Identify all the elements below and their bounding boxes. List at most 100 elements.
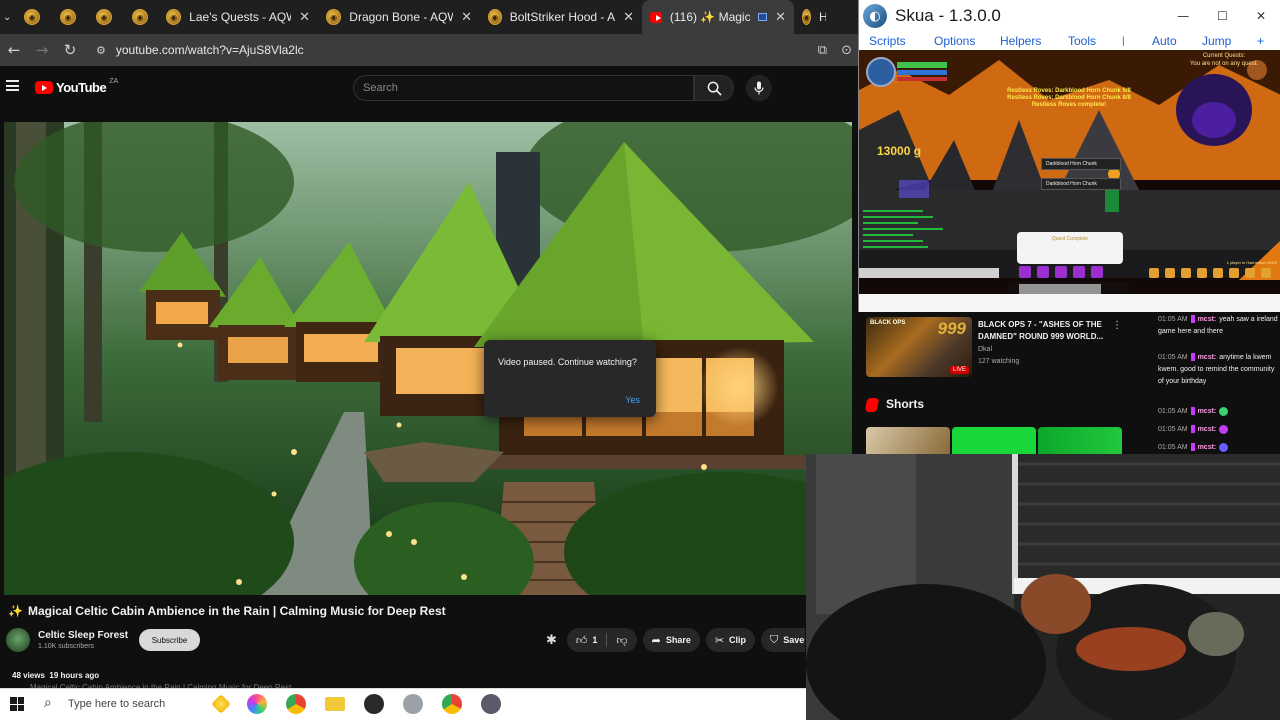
- aqw-icon: ◉: [326, 9, 342, 25]
- app-icon[interactable]: [403, 694, 423, 714]
- close-tab-icon[interactable]: ✕: [461, 10, 472, 25]
- sparkle-icon: ✨: [8, 604, 23, 618]
- chat-time: 01:05 AM: [1158, 354, 1188, 361]
- clip-button[interactable]: ✂ Clip: [705, 628, 756, 652]
- close-tab-icon[interactable]: ✕: [299, 10, 310, 25]
- tab-dragon-bone[interactable]: ◉ Dragon Bone - AQW ✕: [318, 0, 480, 34]
- skua-status-strip: [859, 294, 1280, 312]
- menu-auto[interactable]: Auto: [1152, 34, 1177, 48]
- open-in-app-icon[interactable]: ⧉: [818, 43, 827, 58]
- menu-helpers[interactable]: Helpers: [1000, 34, 1041, 48]
- chat-username[interactable]: mcst:: [1198, 316, 1217, 323]
- short-thumbnail[interactable]: [1038, 427, 1122, 454]
- channel-name[interactable]: Celtic Sleep Forest: [38, 630, 128, 641]
- chat-emote-icon: [1219, 424, 1229, 434]
- cast-icon: [758, 13, 768, 21]
- chrome-profile-icon[interactable]: [442, 694, 462, 714]
- clip-label: Clip: [729, 635, 747, 645]
- subscribe-button[interactable]: Subscribe: [139, 629, 200, 651]
- back-icon[interactable]: ←: [0, 41, 28, 59]
- youtube-logo-text: YouTube: [56, 80, 107, 95]
- tab-boltstriker-hood[interactable]: ◉ BoltStriker Hood - AQW ✕: [480, 0, 642, 34]
- save-button[interactable]: ⛉ Save: [761, 628, 806, 652]
- player-count: 1 player in Hachelborn-9000: [1226, 260, 1277, 265]
- pinned-tab-1[interactable]: ◉: [14, 0, 50, 34]
- pinned-tab-3[interactable]: ◉: [86, 0, 122, 34]
- recommended-channel[interactable]: Dkal: [978, 346, 992, 353]
- menu-jump[interactable]: Jump: [1202, 34, 1231, 48]
- continue-yes-button[interactable]: Yes: [625, 395, 640, 405]
- chat-username[interactable]: mcst:: [1198, 426, 1217, 433]
- minimize-icon[interactable]: —: [1177, 9, 1189, 23]
- share-label: Share: [665, 635, 691, 645]
- share-button[interactable]: ➦ Share: [642, 628, 700, 652]
- tab-title: Hol: [818, 10, 826, 24]
- tab-title: Dragon Bone - AQW: [349, 10, 454, 24]
- more-options-icon[interactable]: ⋮: [1112, 320, 1122, 331]
- tab-title: Lae's Quests - AQW: [189, 10, 292, 24]
- video-player[interactable]: [4, 122, 852, 595]
- tab-laes-quests[interactable]: ◉ Lae's Quests - AQW ✕: [158, 0, 318, 34]
- like-button[interactable]: 👍︎ 1 👎︎: [566, 628, 637, 652]
- chat-username[interactable]: mcst:: [1198, 444, 1217, 451]
- menu-scripts[interactable]: Scripts: [869, 34, 906, 48]
- chrome-icon[interactable]: [286, 694, 306, 714]
- file-explorer-icon[interactable]: [325, 697, 345, 711]
- menu-separator: |: [1122, 35, 1125, 47]
- tab-youtube-active[interactable]: (116) ✨ Magical Ce ✕: [642, 0, 794, 34]
- menu-tools[interactable]: Tools: [1068, 34, 1096, 48]
- close-icon[interactable]: ✕: [1256, 9, 1266, 23]
- skua-window: ◐ Skua - 1.3.0.0 — ☐ ✕ Scripts Options H…: [858, 0, 1280, 312]
- thumbs-down-icon[interactable]: 👎︎: [616, 634, 627, 647]
- chat-time: 01:05 AM: [1158, 316, 1188, 323]
- webcam-feed: [806, 454, 1280, 720]
- tab-search-chevron-icon[interactable]: ⌄: [0, 12, 14, 23]
- chat-username[interactable]: mcst:: [1198, 408, 1217, 415]
- voice-search-button[interactable]: [746, 75, 772, 101]
- reload-icon[interactable]: ↻: [56, 41, 84, 59]
- game-viewport[interactable]: 13000 g Current Quests: You are not on a…: [859, 50, 1280, 294]
- menu-options[interactable]: Options: [934, 34, 975, 48]
- quest-notice: Restless Roves complete!: [1031, 102, 1107, 108]
- short-thumbnail[interactable]: [952, 427, 1036, 454]
- chat-message: 01:05 AM mcst: yeah saw a ireland game her…: [1158, 314, 1278, 338]
- quest-notices: Restless Roves: Darkblood Horn Chunk 6/8…: [979, 88, 1159, 109]
- close-tab-icon[interactable]: ✕: [775, 10, 786, 25]
- upload-age: 19 hours ago: [49, 671, 100, 680]
- recommended-title[interactable]: BLACK OPS 7 - "ASHES OF THE DAMNED" ROUN…: [978, 319, 1110, 343]
- steam-icon[interactable]: [364, 694, 384, 714]
- tab-partial[interactable]: ◉ Hol: [794, 0, 834, 34]
- youtube-logo[interactable]: YouTube ZA: [35, 78, 118, 95]
- bookmark-save-icon: ⛉: [770, 633, 779, 646]
- channel-avatar[interactable]: [6, 628, 30, 652]
- ai-sparkle-icon[interactable]: ✱: [546, 633, 557, 648]
- widgets-icon[interactable]: [211, 694, 231, 714]
- short-thumbnail[interactable]: [866, 427, 950, 454]
- search-input[interactable]: Search: [353, 75, 694, 101]
- taskbar-search-input[interactable]: Type here to search: [68, 698, 165, 710]
- drop-notification[interactable]: Darkblood Horn Chunk: [1041, 178, 1121, 190]
- pinned-tab-4[interactable]: ◉: [122, 0, 158, 34]
- site-info-icon[interactable]: ⚙: [96, 44, 106, 57]
- recommended-thumbnail[interactable]: BLACK OPS 999 LIVE: [866, 317, 972, 377]
- search-button[interactable]: [694, 75, 734, 101]
- menu-icon[interactable]: [6, 80, 19, 91]
- maximize-icon[interactable]: ☐: [1217, 9, 1228, 23]
- chat-emote-icon: [1219, 406, 1229, 416]
- windows-start-icon[interactable]: [10, 697, 24, 711]
- close-tab-icon[interactable]: ✕: [623, 10, 634, 25]
- chat-username[interactable]: mcst:: [1198, 354, 1217, 361]
- bookmark-icon[interactable]: ⊙: [841, 43, 852, 58]
- skua-logo-icon: ◐: [863, 4, 887, 28]
- pinned-tab-2[interactable]: ◉: [50, 0, 86, 34]
- thumbnail-caption: BLACK OPS: [870, 320, 906, 326]
- chat-message: 01:05 AM mcst:: [1158, 442, 1278, 454]
- live-chat: 01:05 AM mcst: yeah saw a ireland game her…: [1150, 312, 1280, 456]
- forward-icon[interactable]: →: [28, 41, 56, 59]
- url-field[interactable]: ⚙ youtube.com/watch?v=AjuS8Vla2lc: [90, 37, 818, 63]
- drop-notification[interactable]: Darkblood Horn Chunk: [1041, 158, 1121, 170]
- menu-add[interactable]: +: [1257, 34, 1264, 48]
- like-count: 1: [592, 635, 598, 645]
- photos-icon[interactable]: [247, 694, 267, 714]
- game-icon[interactable]: [481, 694, 501, 714]
